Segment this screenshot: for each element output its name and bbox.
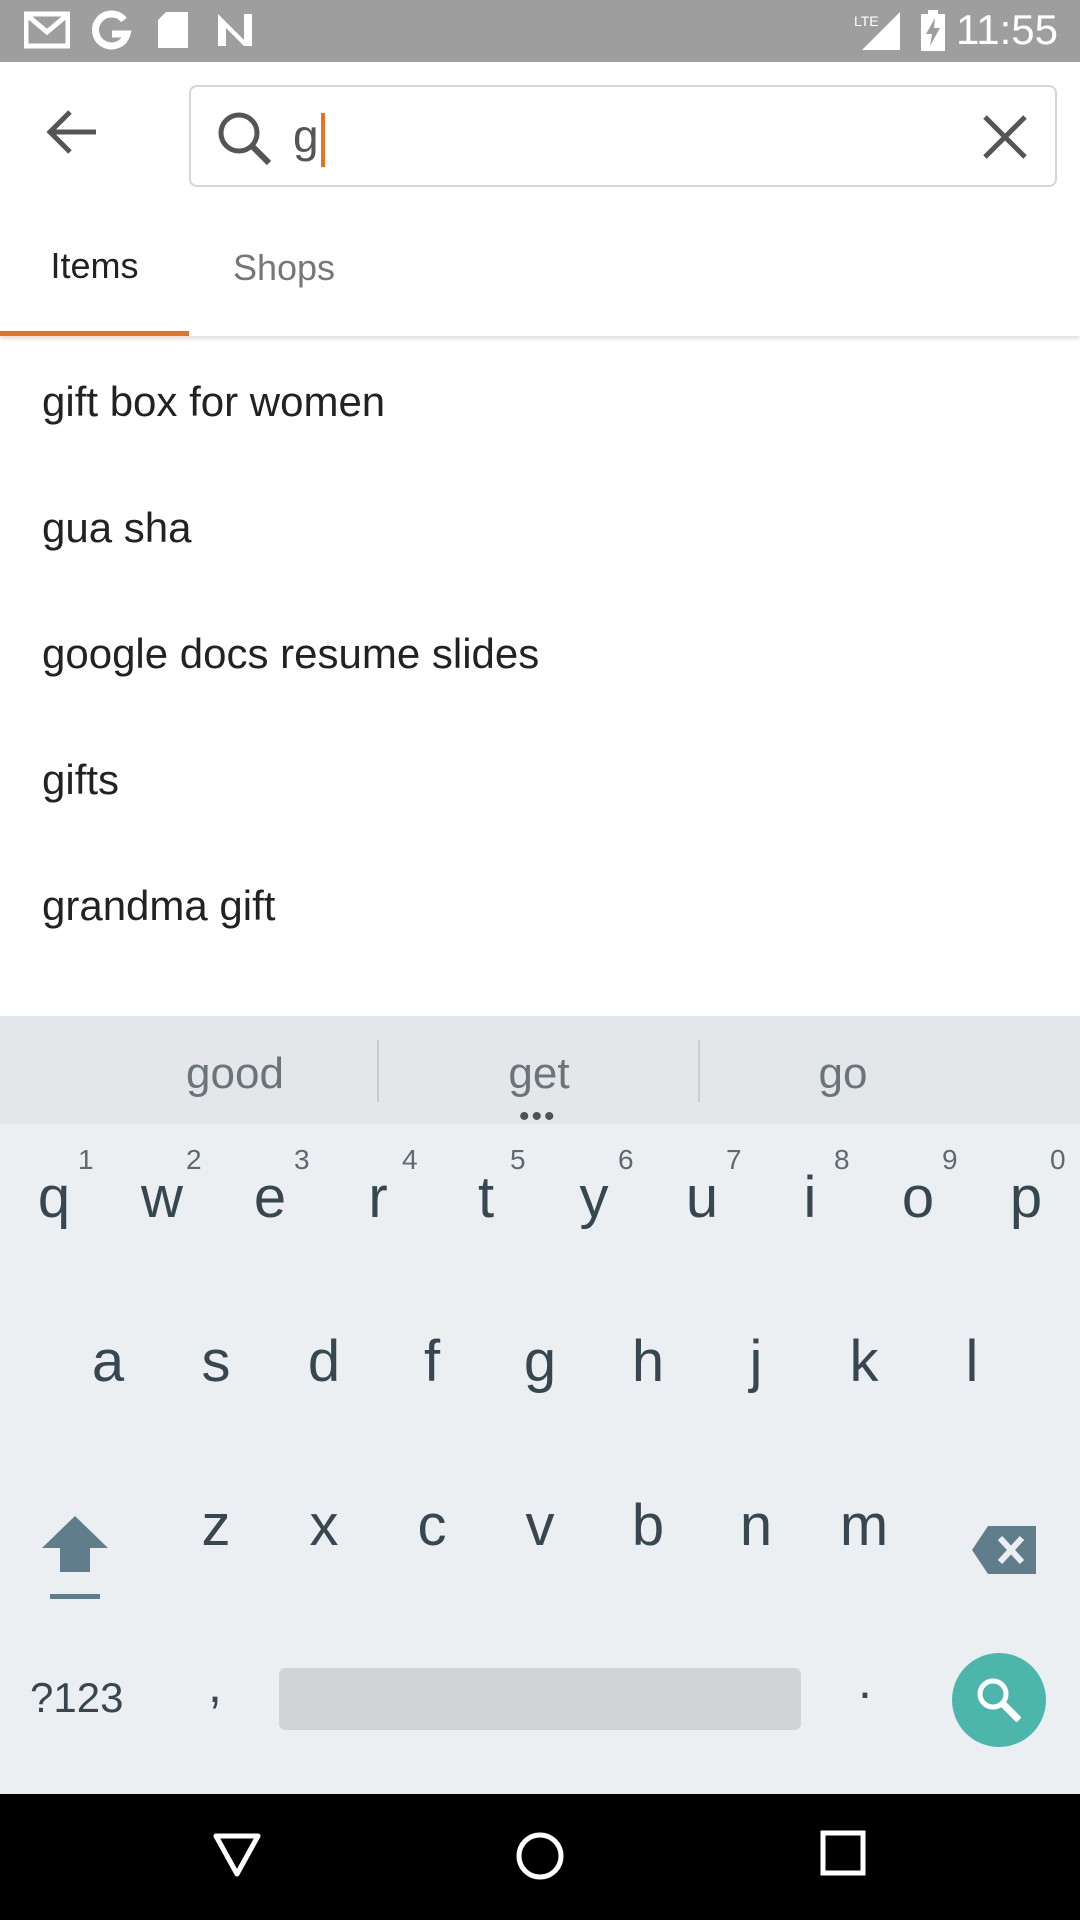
key-a[interactable]: a xyxy=(64,1328,152,1395)
sd-card-icon xyxy=(158,12,188,48)
key-hint: 2 xyxy=(186,1144,202,1175)
key-hint: 5 xyxy=(510,1144,526,1175)
key-hint: 8 xyxy=(834,1144,850,1175)
nav-back-icon[interactable] xyxy=(212,1830,262,1880)
key-h[interactable]: h xyxy=(604,1328,692,1395)
prediction-bar: good get go ••• xyxy=(0,1016,1080,1133)
comma-key[interactable]: , xyxy=(170,1656,260,1714)
key-hint: 4 xyxy=(402,1144,418,1175)
text-caret xyxy=(320,112,325,167)
key-n[interactable]: n xyxy=(712,1492,800,1559)
key-v[interactable]: v xyxy=(496,1492,584,1559)
period-key[interactable]: . xyxy=(820,1652,910,1710)
key-z[interactable]: z xyxy=(172,1492,260,1559)
key-f[interactable]: f xyxy=(388,1328,476,1395)
search-input[interactable]: g xyxy=(189,85,1057,187)
key-hint: 6 xyxy=(618,1144,634,1175)
google-icon xyxy=(92,10,132,50)
gmail-icon xyxy=(24,11,70,49)
prediction-go[interactable]: go xyxy=(700,1016,986,1124)
key-hint: 0 xyxy=(1050,1144,1066,1175)
key-hint: 9 xyxy=(942,1144,958,1175)
key-g[interactable]: g xyxy=(496,1328,584,1395)
search-header: g xyxy=(0,62,1080,200)
tab-items[interactable]: Items xyxy=(0,200,189,336)
search-icon xyxy=(218,112,272,166)
status-bar: LTE 11:55 xyxy=(0,0,1080,62)
back-arrow-icon[interactable] xyxy=(40,104,110,160)
key-x[interactable]: x xyxy=(280,1492,368,1559)
suggestion-item[interactable]: gua sha xyxy=(42,504,191,552)
key-hint: 1 xyxy=(78,1144,94,1175)
key-d[interactable]: d xyxy=(280,1328,368,1395)
suggestion-item[interactable]: gift box for women xyxy=(42,378,385,426)
more-predictions-icon: ••• xyxy=(519,1100,557,1133)
shift-icon[interactable] xyxy=(40,1510,110,1610)
prediction-good[interactable]: good xyxy=(98,1016,372,1124)
navigation-bar xyxy=(0,1794,1080,1920)
key-l[interactable]: l xyxy=(928,1328,1016,1395)
suggestion-item[interactable]: gifts xyxy=(42,756,119,804)
key-hint: 7 xyxy=(726,1144,742,1175)
symbols-key[interactable]: ?123 xyxy=(30,1674,123,1722)
search-tabs: Items Shops xyxy=(0,200,1080,336)
n-app-icon xyxy=(218,14,252,46)
space-bar[interactable] xyxy=(279,1668,801,1730)
suggestion-list: gift box for women gua sha google docs r… xyxy=(0,340,1080,1016)
nav-recents-icon[interactable] xyxy=(820,1830,866,1876)
search-query-text: g xyxy=(293,107,325,167)
keyboard-search-button[interactable] xyxy=(952,1653,1046,1747)
battery-charging-icon xyxy=(921,10,945,51)
suggestion-item[interactable]: google docs resume slides xyxy=(42,630,539,678)
lte-signal-icon: LTE xyxy=(854,12,900,50)
key-c[interactable]: c xyxy=(388,1492,476,1559)
status-time: 11:55 xyxy=(956,6,1058,53)
clear-icon[interactable] xyxy=(981,113,1029,161)
backspace-icon[interactable] xyxy=(972,1526,1036,1574)
key-k[interactable]: k xyxy=(820,1328,908,1395)
suggestion-item[interactable]: grandma gift xyxy=(42,882,275,930)
key-hint: 3 xyxy=(294,1144,310,1175)
nav-home-icon[interactable] xyxy=(514,1830,566,1882)
key-j[interactable]: j xyxy=(712,1328,800,1395)
search-icon xyxy=(977,1678,1022,1723)
network-label: LTE xyxy=(854,13,879,29)
tab-shops[interactable]: Shops xyxy=(189,200,379,336)
key-m[interactable]: m xyxy=(820,1492,908,1559)
soft-keyboard: good get go ••• q 1 w 2 e 3 r 4 t 5 y 6 … xyxy=(0,1016,1080,1794)
search-query-value: g xyxy=(293,110,319,162)
key-b[interactable]: b xyxy=(604,1492,692,1559)
key-s[interactable]: s xyxy=(172,1328,260,1395)
